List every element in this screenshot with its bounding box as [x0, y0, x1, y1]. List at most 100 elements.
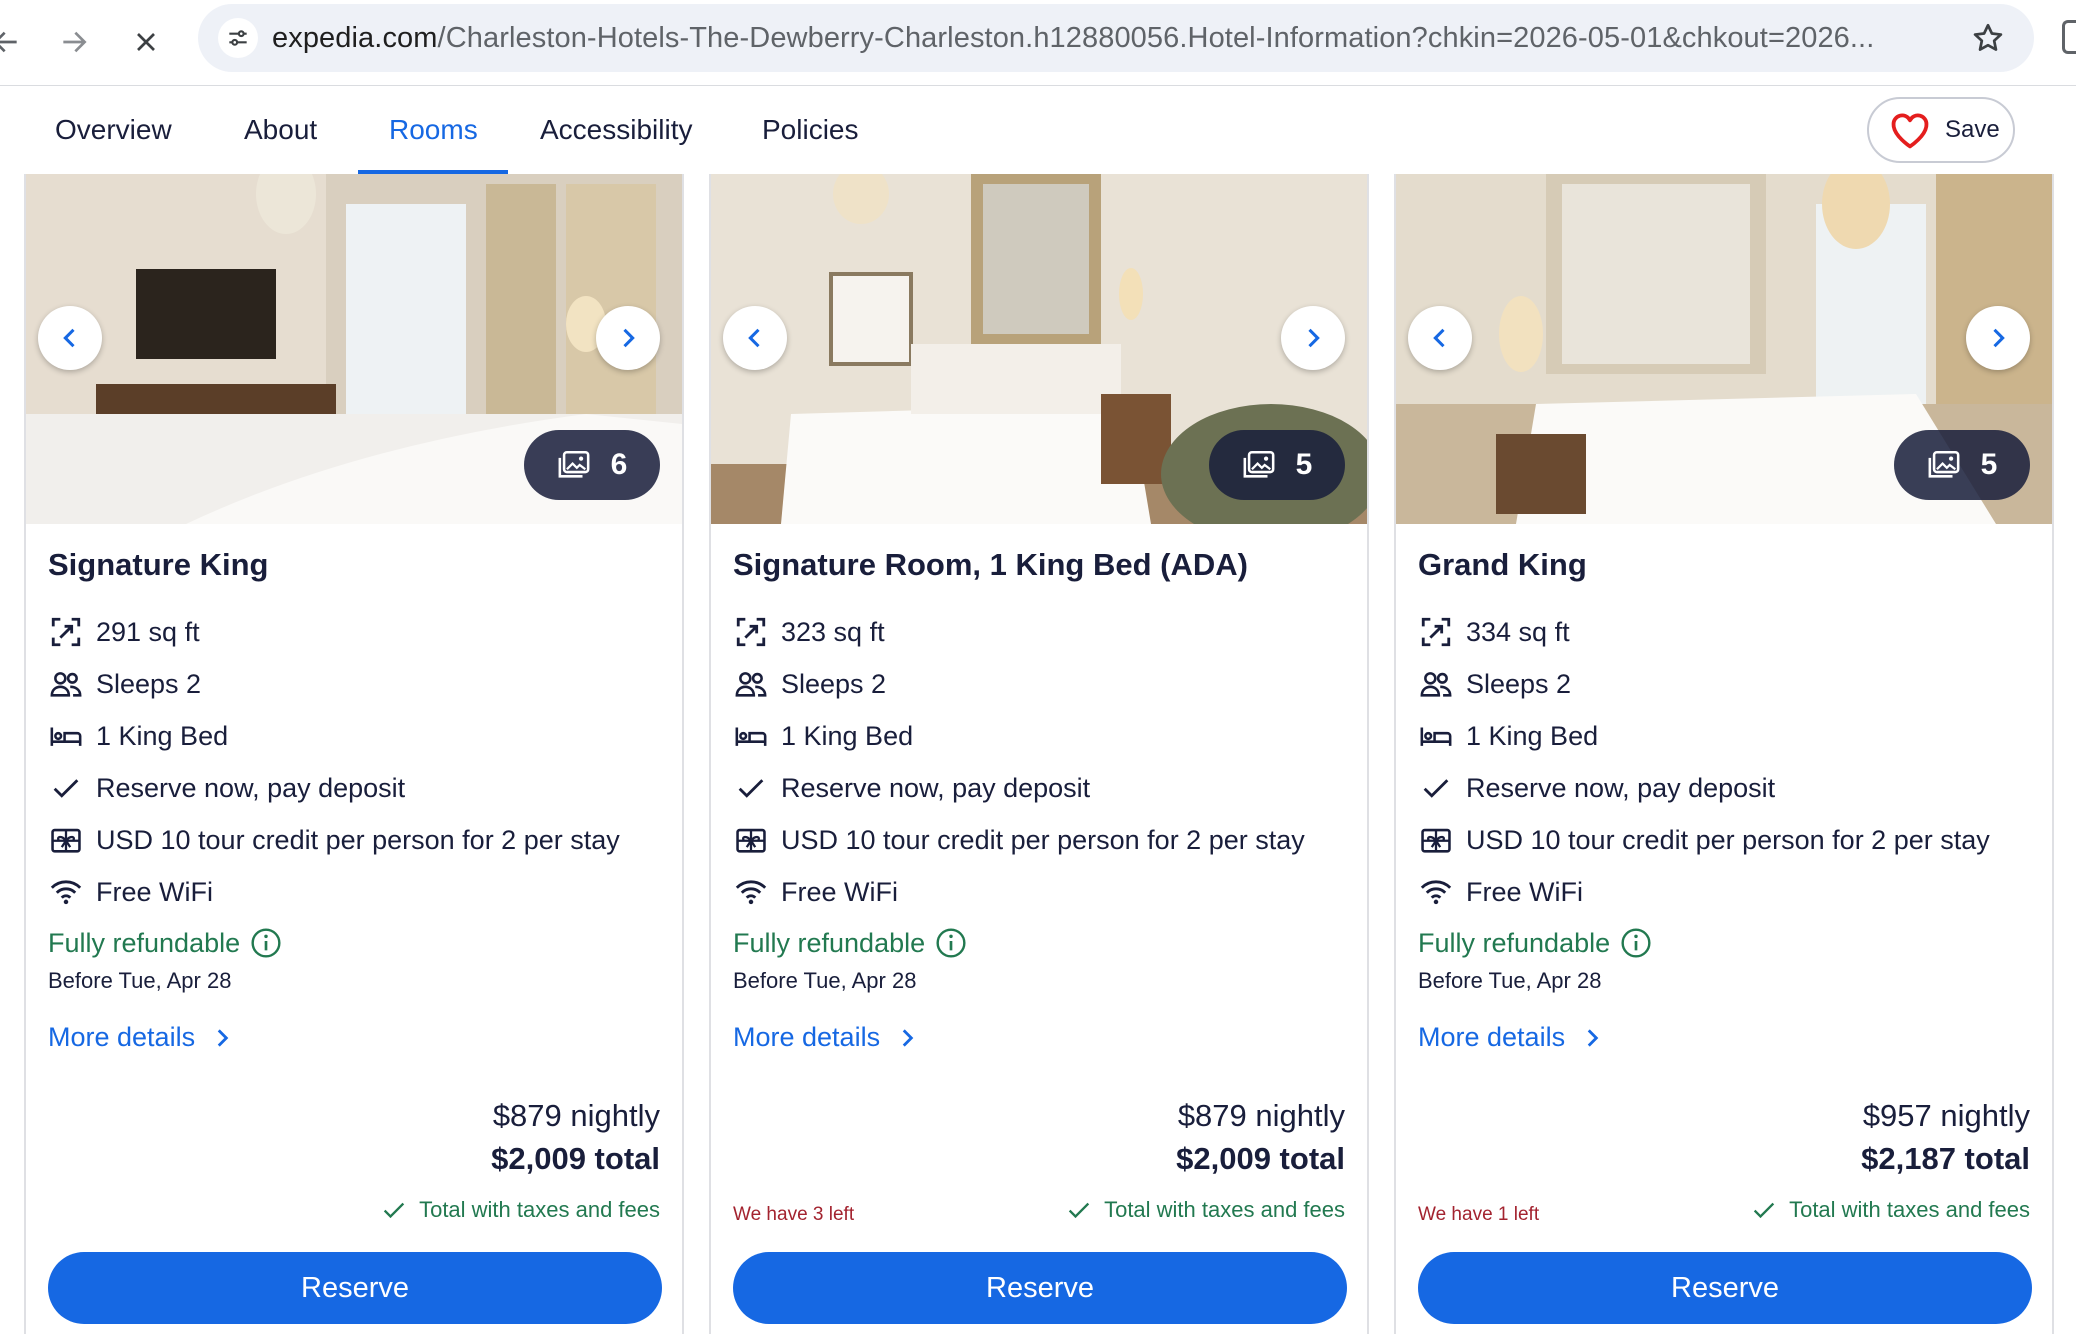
tour-credit-label: USD 10 tour credit per person for 2 per …	[96, 824, 620, 855]
nightly-price: $879 nightly	[1177, 1098, 1345, 1133]
taxes-note: Total with taxes and fees	[1749, 1196, 2030, 1224]
tab-rooms[interactable]: Rooms	[389, 86, 478, 174]
photo-count: 5	[1295, 448, 1313, 481]
info-icon[interactable]	[1620, 927, 1652, 959]
gift-icon	[733, 822, 769, 858]
nightly-price: $879 nightly	[492, 1098, 660, 1133]
checkmark-icon	[1753, 1202, 1775, 1219]
room-bed-label: 1 King Bed	[96, 720, 229, 751]
section-tabs: Overview About Rooms Accessibility Polic…	[0, 86, 2076, 174]
chevron-right-icon	[217, 1028, 229, 1047]
info-icon[interactable]	[935, 927, 967, 959]
taxes-note: Total with taxes and fees	[379, 1196, 660, 1224]
room-area: 291 sq ft	[48, 612, 200, 652]
room-deposit: Reserve now, pay deposit	[48, 768, 405, 808]
photo-gallery-button[interactable]: 5	[1209, 430, 1345, 500]
tour-credit-label: USD 10 tour credit per person for 2 per …	[1466, 824, 1990, 855]
taxes-label: Total with taxes and fees	[1104, 1197, 1345, 1222]
room-name: Grand King	[1418, 547, 1587, 582]
more-details-label: More details	[1418, 1022, 1566, 1052]
total-price: $2,009 total	[1176, 1141, 1345, 1176]
room-card: 6 Signature King 291 sq ft Sleeps 2 1 Ki…	[24, 174, 684, 1334]
more-details-link[interactable]: More details	[1418, 1022, 1605, 1053]
room-wifi: Free WiFi	[733, 872, 898, 912]
tab-overview[interactable]: Overview	[55, 86, 172, 174]
site-settings-icon[interactable]	[218, 18, 258, 58]
checkmark-icon	[1418, 770, 1454, 806]
room-wifi: Free WiFi	[48, 872, 213, 912]
room-card: 5 Signature Room, 1 King Bed (ADA) 323 s…	[709, 174, 1369, 1334]
photo-gallery-button[interactable]: 5	[1894, 430, 2030, 500]
chevron-right-icon	[623, 328, 635, 348]
expand-area-icon	[48, 614, 84, 650]
room-area: 323 sq ft	[733, 612, 885, 652]
chevron-right-icon	[902, 1028, 914, 1047]
room-bed: 1 King Bed	[48, 716, 228, 756]
info-icon[interactable]	[250, 927, 282, 959]
chevron-left-icon	[1433, 328, 1445, 348]
refund-deadline: Before Tue, Apr 28	[733, 968, 917, 993]
taxes-label: Total with taxes and fees	[419, 1197, 660, 1222]
chevron-right-icon	[1993, 328, 2005, 348]
photo-gallery-button[interactable]: 6	[524, 430, 660, 500]
previous-photo-button[interactable]	[1408, 306, 1472, 370]
reserve-button[interactable]: Reserve	[1418, 1252, 2032, 1324]
next-photo-button[interactable]	[1281, 306, 1345, 370]
next-photo-button[interactable]	[596, 306, 660, 370]
wifi-icon	[1418, 874, 1454, 910]
refund-label: Fully refundable	[48, 927, 241, 958]
room-sleeps: Sleeps 2	[48, 664, 201, 704]
room-tour-credit: USD 10 tour credit per person for 2 per …	[733, 820, 1305, 860]
previous-photo-button[interactable]	[38, 306, 102, 370]
room-card: 5 Grand King 334 sq ft Sleeps 2 1 King B…	[1394, 174, 2054, 1334]
room-sleeps-label: Sleeps 2	[96, 668, 202, 699]
room-area-label: 334 sq ft	[1466, 616, 1570, 647]
back-arrow-icon[interactable]	[0, 20, 28, 64]
save-button[interactable]: Save	[1867, 97, 2015, 163]
gallery-icon	[1243, 450, 1275, 478]
expand-area-icon	[733, 614, 769, 650]
tab-accessibility[interactable]: Accessibility	[540, 86, 692, 174]
forward-arrow-icon[interactable]	[52, 20, 96, 64]
wifi-icon	[48, 874, 84, 910]
stop-loading-icon[interactable]	[124, 20, 168, 64]
refund-status: Fully refundable	[48, 927, 282, 959]
room-bed: 1 King Bed	[733, 716, 913, 756]
people-icon	[48, 666, 84, 702]
room-tour-credit: USD 10 tour credit per person for 2 per …	[1418, 820, 1990, 860]
tab-policies[interactable]: Policies	[762, 86, 858, 174]
wifi-label: Free WiFi	[96, 876, 213, 907]
refund-deadline: Before Tue, Apr 28	[1418, 968, 1602, 993]
room-sleeps-label: Sleeps 2	[781, 668, 887, 699]
total-price: $2,187 total	[1861, 1141, 2030, 1176]
chevron-right-icon	[1308, 328, 1320, 348]
room-area-label: 291 sq ft	[96, 616, 200, 647]
expand-area-icon	[1418, 614, 1454, 650]
reserve-button[interactable]: Reserve	[733, 1252, 1347, 1324]
gift-icon	[1418, 822, 1454, 858]
extensions-icon[interactable]	[2062, 20, 2076, 54]
address-bar[interactable]: expedia.com/Charleston-Hotels-The-Dewber…	[198, 4, 2034, 72]
more-details-link[interactable]: More details	[733, 1022, 920, 1053]
bookmark-star-icon[interactable]	[1970, 20, 2006, 56]
room-area: 334 sq ft	[1418, 612, 1570, 652]
gallery-icon	[558, 450, 590, 478]
reserve-button[interactable]: Reserve	[48, 1252, 662, 1324]
more-details-link[interactable]: More details	[48, 1022, 235, 1053]
previous-photo-button[interactable]	[723, 306, 787, 370]
room-bed-label: 1 King Bed	[781, 720, 914, 751]
tab-about[interactable]: About	[244, 86, 317, 174]
taxes-note: Total with taxes and fees	[1064, 1196, 1345, 1224]
url-text: expedia.com/Charleston-Hotels-The-Dewber…	[272, 23, 1952, 53]
people-icon	[733, 666, 769, 702]
total-price: $2,009 total	[491, 1141, 660, 1176]
bed-icon	[733, 718, 769, 754]
room-bed: 1 King Bed	[1418, 716, 1598, 756]
people-icon	[1418, 666, 1454, 702]
heart-icon	[1891, 113, 1929, 149]
next-photo-button[interactable]	[1966, 306, 2030, 370]
more-details-label: More details	[48, 1022, 196, 1052]
refund-status: Fully refundable	[1418, 927, 1652, 959]
wifi-label: Free WiFi	[781, 876, 898, 907]
url-host: expedia.com	[272, 23, 438, 53]
